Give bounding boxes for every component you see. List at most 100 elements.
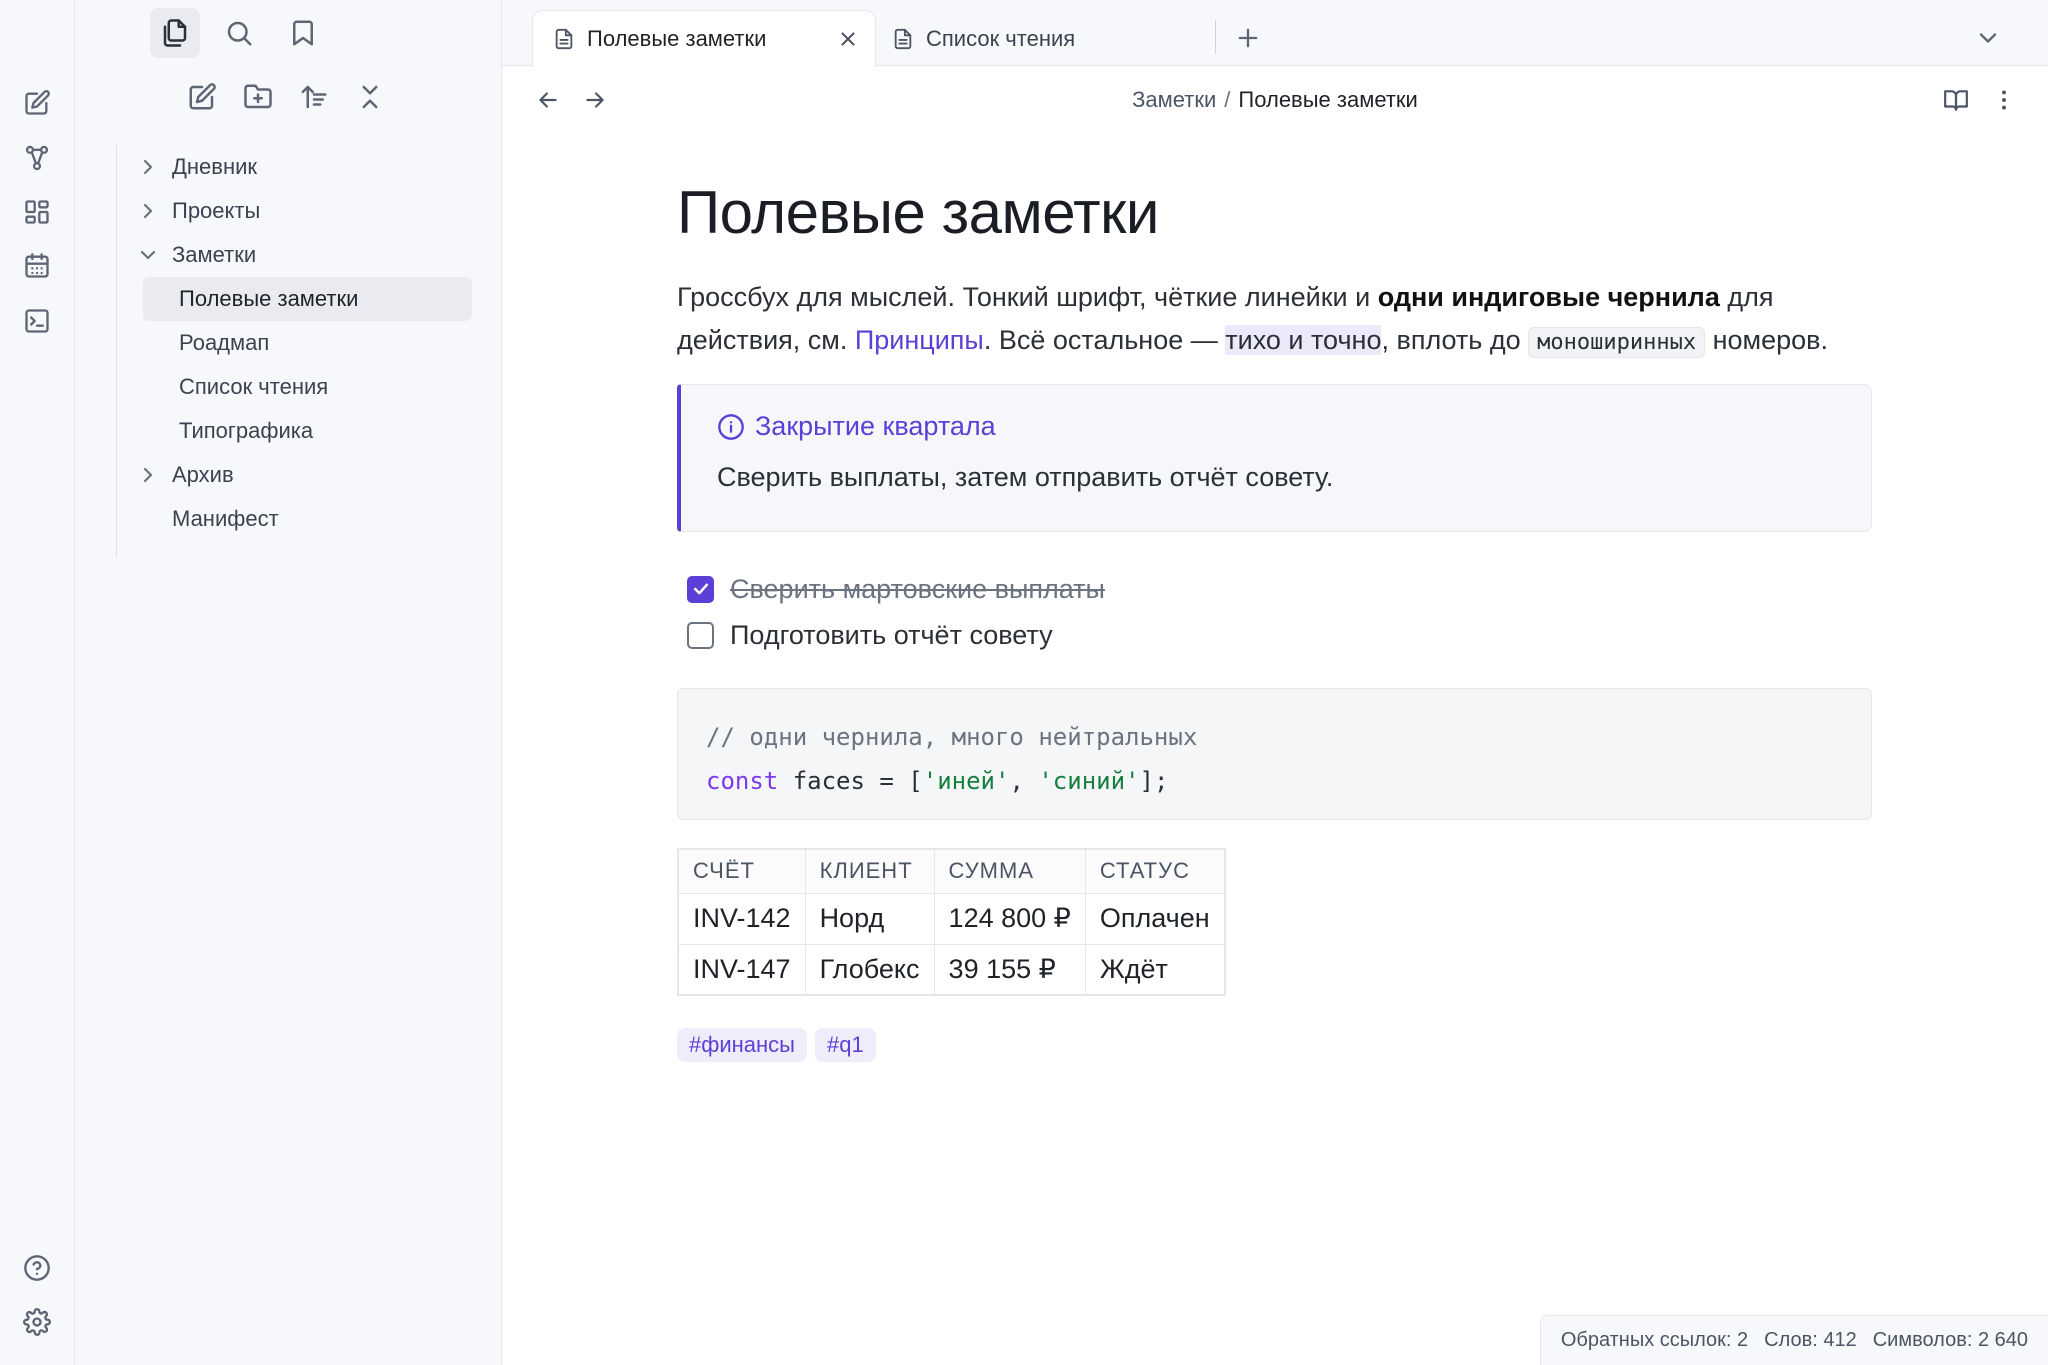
files-icon[interactable] bbox=[150, 8, 200, 58]
code-text: ]; bbox=[1139, 767, 1169, 795]
internal-link[interactable]: Принципы bbox=[855, 325, 984, 355]
table-cell: Ждёт bbox=[1084, 943, 1226, 996]
breadcrumb: Заметки / Полевые заметки bbox=[502, 87, 2048, 113]
task-list: Сверить мартовские выплаты Подготовить о… bbox=[677, 566, 1872, 658]
task-label: Сверить мартовские выплаты bbox=[730, 573, 1105, 604]
reading-view-book-icon[interactable] bbox=[1940, 84, 1972, 116]
table-cell: Норд bbox=[804, 892, 935, 945]
tab-list-chevron-down-icon[interactable] bbox=[1970, 20, 2006, 56]
callout-title: Закрытие квартала bbox=[755, 411, 996, 441]
column-header: СТАТУС bbox=[1084, 848, 1226, 894]
text-run: . Всё остальное — bbox=[983, 325, 1226, 355]
code-block[interactable]: // одни чернила, много нейтральных const … bbox=[677, 688, 1872, 820]
column-header: КЛИЕНТ bbox=[804, 848, 935, 894]
table-header-row: СЧЁТ КЛИЕНТ СУММА СТАТУС bbox=[677, 848, 1226, 894]
sort-icon[interactable] bbox=[297, 80, 331, 114]
folder-label: Заметки bbox=[172, 242, 257, 267]
code-text: , bbox=[1009, 767, 1039, 795]
callout-info[interactable]: Закрытие квартала Сверить выплаты, затем… bbox=[677, 384, 1872, 532]
file-label: Манифест bbox=[172, 506, 279, 531]
more-options-icon[interactable] bbox=[1988, 84, 2020, 116]
file-roadmap[interactable]: Роадмап bbox=[143, 321, 472, 365]
text-run: , вплоть до bbox=[1381, 325, 1529, 355]
folder-diary[interactable]: Дневник bbox=[116, 145, 257, 189]
chevron-right-icon bbox=[136, 199, 160, 223]
folder-label: Дневник bbox=[172, 154, 258, 179]
folder-notes[interactable]: Заметки bbox=[116, 233, 256, 277]
backlinks-count[interactable]: Обратных ссылок: 2 bbox=[1561, 1329, 1748, 1352]
word-count: Слов: 412 bbox=[1764, 1329, 1857, 1351]
file-reading-list[interactable]: Список чтения bbox=[143, 365, 472, 409]
help-icon[interactable] bbox=[17, 1248, 57, 1288]
code-comment: // одни чернила, много нейтральных bbox=[706, 723, 1198, 751]
code-text: faces = [ bbox=[778, 767, 923, 795]
folder-archive[interactable]: Архив bbox=[116, 453, 234, 497]
chevron-right-icon bbox=[136, 155, 160, 179]
tag-finance[interactable]: #финансы bbox=[677, 1028, 807, 1062]
text-run: номеров. bbox=[1705, 325, 1828, 355]
tab-divider bbox=[1215, 20, 1216, 54]
tab-reading-list[interactable]: Список чтения bbox=[872, 10, 1212, 67]
table-cell: 39 155 ₽ bbox=[933, 943, 1086, 996]
new-tab-plus-icon[interactable] bbox=[1230, 20, 1266, 56]
close-icon[interactable] bbox=[837, 28, 859, 50]
task-checkbox-checked[interactable] bbox=[687, 575, 714, 603]
invoice-table[interactable]: СЧЁТ КЛИЕНТ СУММА СТАТУС INV-142 Норд 12… bbox=[677, 848, 1226, 996]
folder-projects[interactable]: Проекты bbox=[116, 189, 260, 233]
settings-icon[interactable] bbox=[17, 1302, 57, 1342]
checkmark-icon bbox=[693, 583, 708, 595]
graph-icon[interactable] bbox=[17, 138, 57, 178]
breadcrumb-separator: / bbox=[1224, 87, 1231, 112]
tab-label: Список чтения bbox=[926, 25, 1076, 51]
tag-list: #финансы #q1 bbox=[677, 1028, 1872, 1062]
char-count: Символов: 2 640 bbox=[1872, 1329, 2028, 1351]
info-icon bbox=[718, 413, 744, 440]
tag-q1[interactable]: #q1 bbox=[814, 1028, 876, 1062]
canvas-icon[interactable] bbox=[17, 192, 57, 232]
file-typography[interactable]: Типографика bbox=[143, 409, 472, 453]
highlighted-text: тихо и точно bbox=[1225, 325, 1382, 355]
code-string: 'иней' bbox=[922, 767, 1010, 795]
tab-bar: Полевые заметки Список чтения bbox=[502, 0, 2048, 67]
search-icon[interactable] bbox=[214, 8, 264, 58]
new-note-icon[interactable] bbox=[185, 80, 219, 114]
daily-note-icon[interactable] bbox=[17, 246, 57, 286]
task-item: Сверить мартовские выплаты bbox=[687, 566, 1872, 612]
status-bar: Обратных ссылок: 2 Слов: 412 Символов: 2… bbox=[1539, 1315, 2048, 1365]
command-palette-icon[interactable] bbox=[17, 301, 57, 341]
callout-header: Закрытие квартала bbox=[717, 411, 1835, 442]
table-cell: Глобекс bbox=[804, 943, 935, 996]
new-folder-icon[interactable] bbox=[241, 80, 275, 114]
note-content[interactable]: Полевые заметки Гроссбух для мыслей. Тон… bbox=[677, 180, 1872, 1062]
sidebar-header-tabs bbox=[150, 8, 328, 60]
document-icon bbox=[892, 28, 914, 50]
tab-field-notes[interactable]: Полевые заметки bbox=[532, 10, 876, 67]
note-title[interactable]: Полевые заметки bbox=[677, 180, 1872, 246]
new-note-icon[interactable] bbox=[17, 83, 57, 123]
column-header: СУММА bbox=[933, 848, 1086, 894]
breadcrumb-parent[interactable]: Заметки bbox=[1132, 87, 1216, 112]
code-string: 'синий' bbox=[1038, 767, 1140, 795]
code-line: const faces = ['иней', 'синий']; bbox=[706, 759, 1843, 803]
file-label: Роадмап bbox=[179, 330, 270, 355]
table-row: INV-147 Глобекс 39 155 ₽ Ждёт bbox=[677, 943, 1226, 996]
bold-text: одни индиговые чернила bbox=[1377, 282, 1720, 312]
folder-label: Архив bbox=[172, 462, 234, 487]
table-row: INV-142 Норд 124 800 ₽ Оплачен bbox=[677, 892, 1226, 945]
note-paragraph[interactable]: Гроссбух для мыслей. Тонкий шрифт, чётки… bbox=[677, 276, 1872, 364]
file-label: Типографика bbox=[179, 418, 314, 443]
column-header: СЧЁТ bbox=[677, 848, 806, 894]
chevron-down-icon bbox=[136, 243, 160, 267]
breadcrumb-current[interactable]: Полевые заметки bbox=[1238, 87, 1417, 112]
table-cell: INV-142 bbox=[677, 892, 806, 945]
collapse-icon[interactable] bbox=[353, 80, 387, 114]
file-manifest[interactable]: Манифест bbox=[116, 497, 279, 541]
table-cell: Оплачен bbox=[1084, 892, 1226, 945]
code-keyword: const bbox=[706, 767, 779, 795]
bookmark-icon[interactable] bbox=[278, 8, 328, 58]
tab-label: Полевые заметки bbox=[587, 26, 767, 51]
task-checkbox[interactable] bbox=[687, 621, 714, 649]
file-field-notes[interactable]: Полевые заметки bbox=[143, 277, 472, 321]
file-explorer-sidebar: Дневник Проекты Заметки Полевые заметки … bbox=[75, 0, 502, 1365]
task-item: Подготовить отчёт совету bbox=[687, 612, 1872, 658]
